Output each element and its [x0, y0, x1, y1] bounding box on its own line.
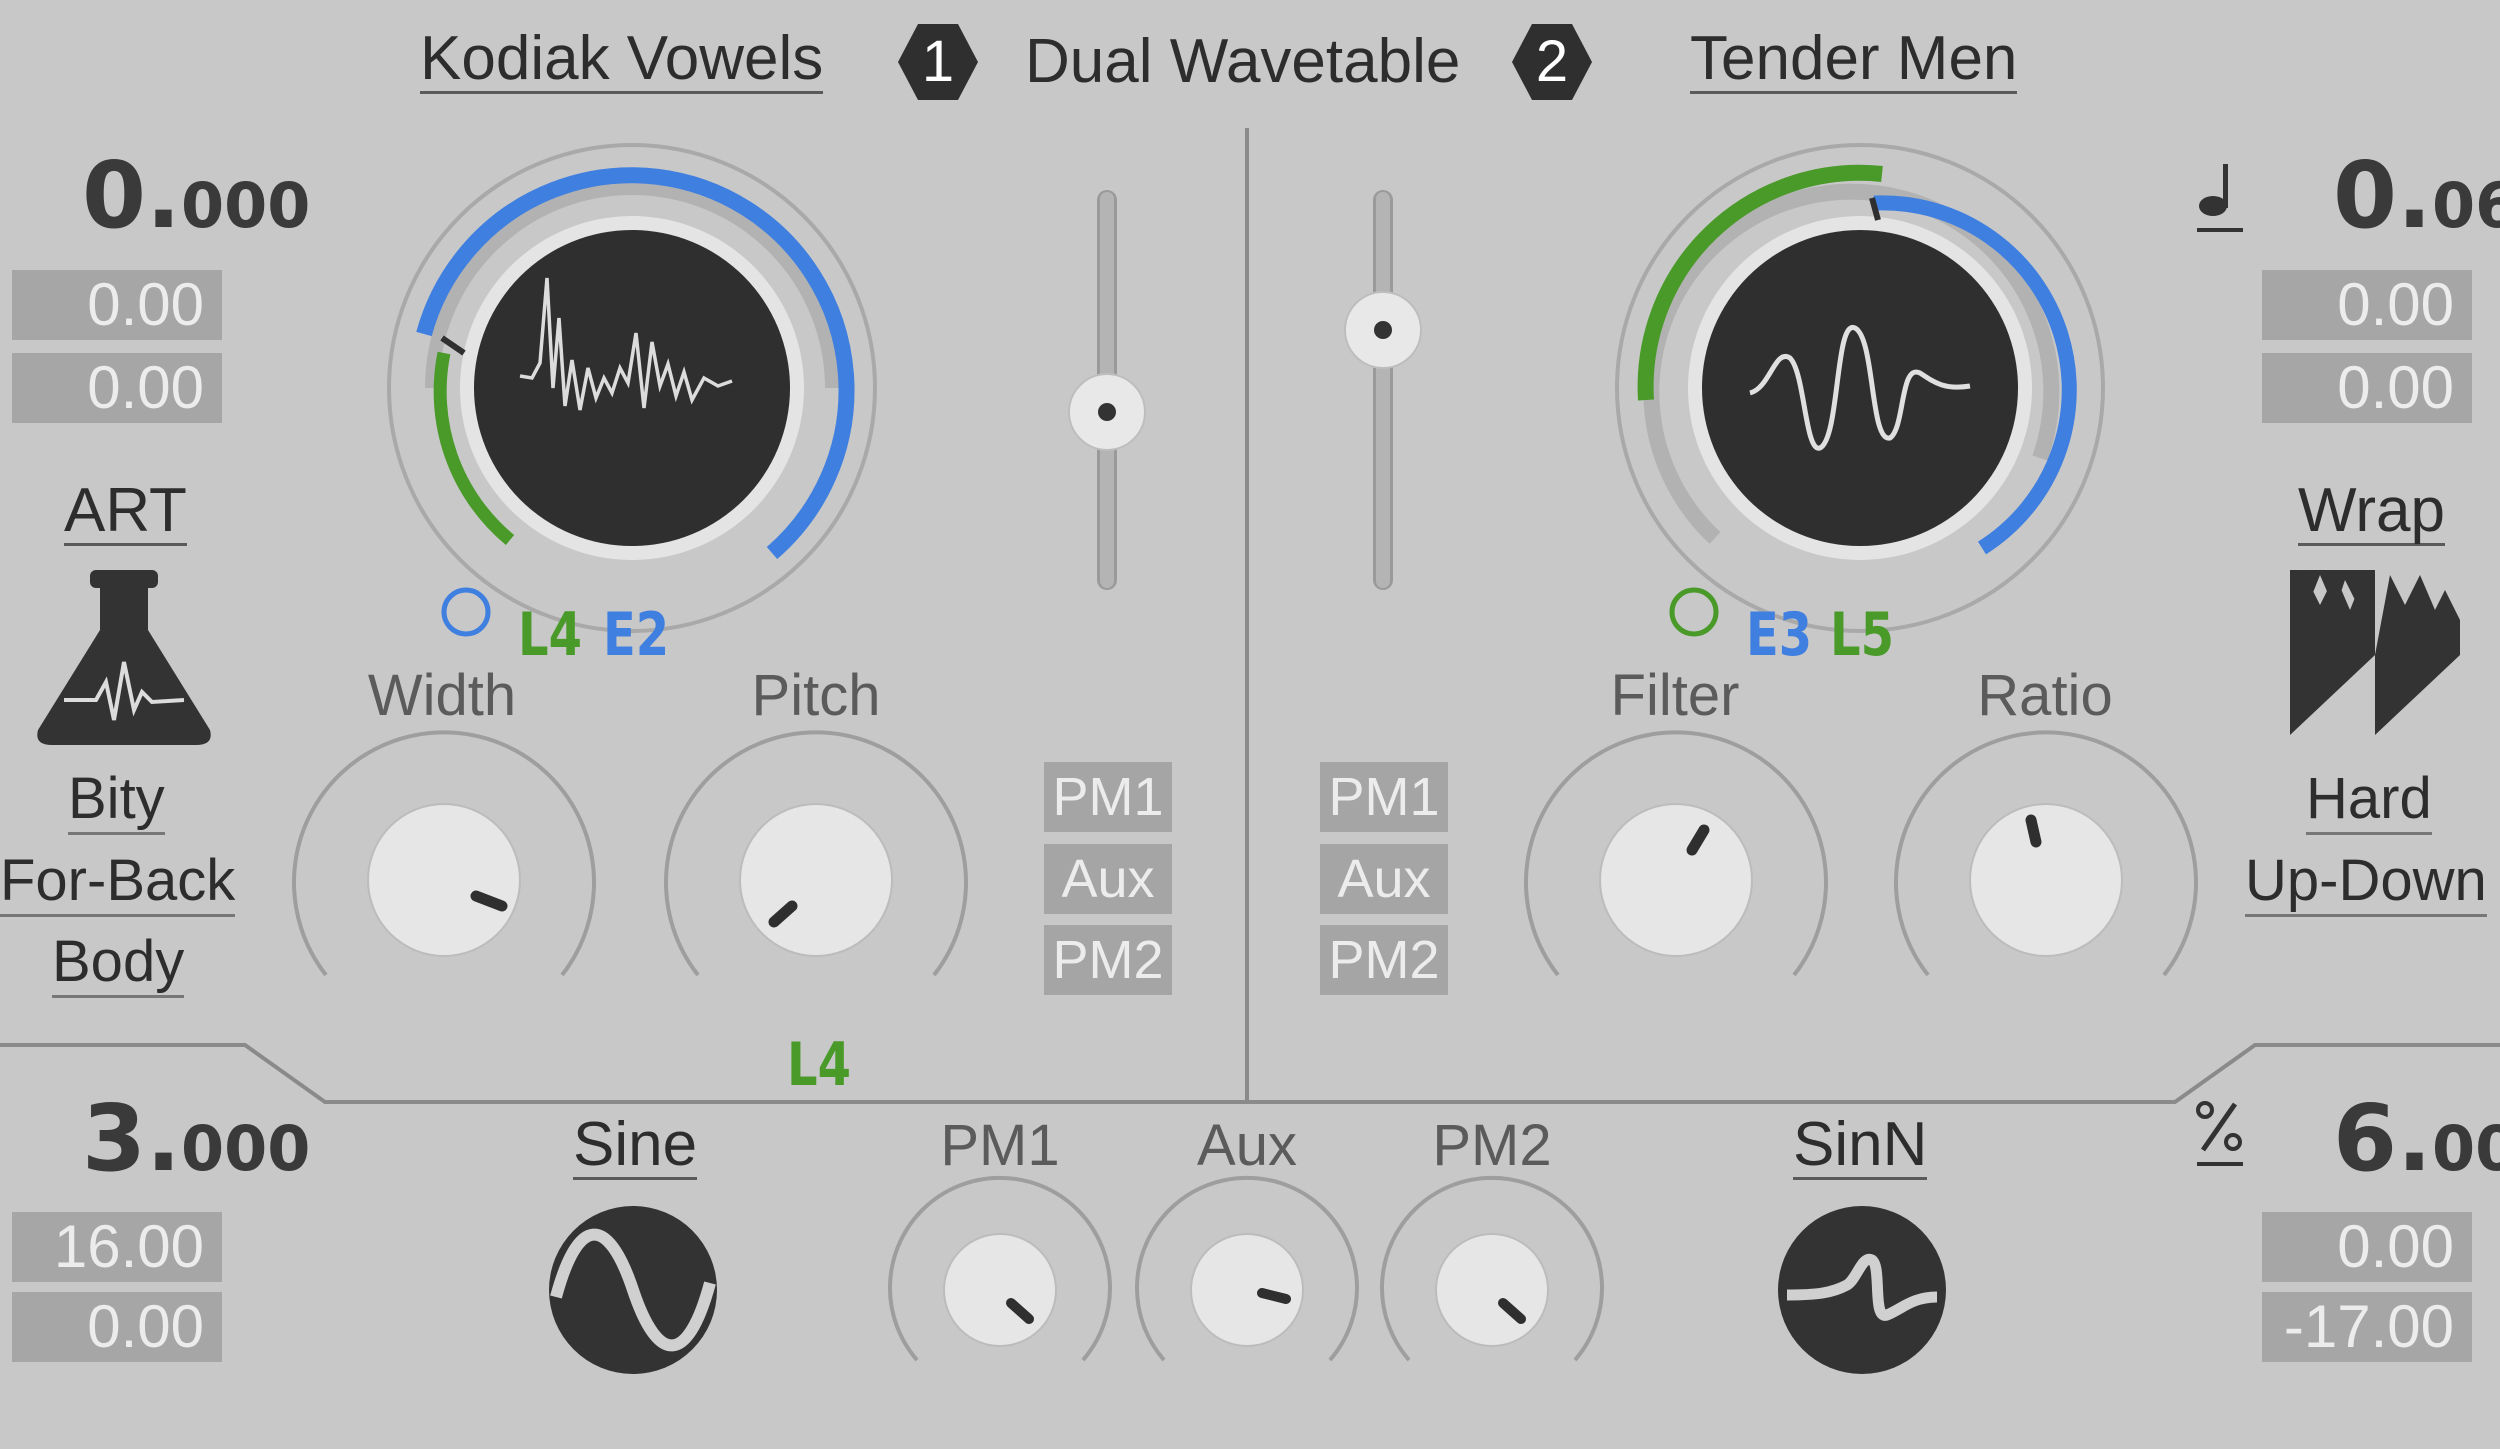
right-top-box-1[interactable]: 0.00 [2262, 270, 2472, 340]
right-mode-label[interactable]: Wrap [2298, 478, 2446, 547]
right-option-2[interactable]: Up-Down [2245, 847, 2487, 917]
right-option-1[interactable]: Hard [2306, 765, 2432, 835]
osc1-width-label: Width [367, 663, 517, 728]
osc2-wavetable-name[interactable]: Tender Men [1690, 26, 2018, 95]
osc2-mod-tag-a[interactable]: E3 [1746, 600, 1812, 670]
bottom-aux-label: Aux [1197, 1113, 1297, 1178]
osc2-chip-aux[interactable]: Aux [1320, 844, 1448, 914]
osc1-pitch-knob[interactable] [656, 720, 976, 1040]
left-bottom-box-1[interactable]: 16.00 [12, 1212, 222, 1282]
osc1-pitch-label: Pitch [751, 663, 881, 728]
osc2-chip-pm1[interactable]: PM1 [1320, 762, 1448, 832]
percent-icon[interactable] [2195, 1100, 2245, 1170]
right-bottom-value[interactable]: 6.000 [2333, 1085, 2500, 1192]
left-top-box-2[interactable]: 0.00 [12, 353, 222, 423]
osc1-shape-label[interactable]: Sine [573, 1112, 698, 1181]
bottom-pm1-knob[interactable] [885, 1175, 1115, 1405]
osc2-filter-label: Filter [1610, 663, 1740, 728]
osc1-badge: 1 [898, 22, 978, 102]
bottom-pm1-label: PM1 [940, 1113, 1060, 1178]
osc2-level-slider[interactable] [1338, 180, 1428, 600]
left-option-3[interactable]: Body [52, 928, 185, 998]
osc1-chip-aux[interactable]: Aux [1044, 844, 1172, 914]
left-option-1[interactable]: Bity [68, 765, 165, 835]
left-bottom-box-2[interactable]: 0.00 [12, 1292, 222, 1362]
osc2-wavetable-dial[interactable] [1600, 128, 2120, 648]
osc2-filter-knob[interactable] [1516, 720, 1836, 1040]
sine-icon[interactable] [548, 1205, 718, 1375]
osc1-mod-indicator-icon [441, 587, 491, 637]
osc1-wavetable-dial[interactable] [372, 128, 892, 648]
osc2-mod-tag-b[interactable]: L5 [1830, 600, 1894, 670]
bottom-pm2-label: PM2 [1432, 1113, 1552, 1178]
left-mode-label[interactable]: ART [64, 478, 187, 547]
osc2-ratio-knob[interactable] [1886, 720, 2206, 1040]
osc2-shape-label[interactable]: SinN [1793, 1112, 1928, 1181]
osc1-pitch-mod-tag[interactable]: L4 [787, 1030, 851, 1100]
left-option-2[interactable]: For-Back [0, 847, 236, 917]
left-top-box-1[interactable]: 0.00 [12, 270, 222, 340]
osc2-ratio-label: Ratio [1977, 663, 2113, 728]
osc1-mod-tag-a[interactable]: L4 [518, 600, 582, 670]
osc2-mod-indicator-icon [1669, 587, 1719, 637]
bottom-aux-knob[interactable] [1132, 1175, 1362, 1405]
osc1-chip-pm2[interactable]: PM2 [1044, 925, 1172, 995]
osc2-badge: 2 [1512, 22, 1592, 102]
osc1-chip-pm1[interactable]: PM1 [1044, 762, 1172, 832]
hard-wrap-icon[interactable] [2290, 570, 2460, 740]
right-bottom-box-1[interactable]: 0.00 [2262, 1212, 2472, 1282]
bottom-pm2-knob[interactable] [1377, 1175, 1607, 1405]
osc2-chip-pm2[interactable]: PM2 [1320, 925, 1448, 995]
osc1-level-slider[interactable] [1062, 180, 1152, 600]
osc1-mod-tag-b[interactable]: E2 [603, 600, 669, 670]
sin-noise-icon[interactable] [1777, 1205, 1947, 1375]
flask-waveform-icon[interactable] [34, 570, 214, 745]
mode-title: Dual Wavetable [1025, 27, 1461, 96]
left-top-value[interactable]: 0.000 [82, 142, 310, 249]
left-bottom-value[interactable]: 3.000 [82, 1085, 310, 1192]
right-top-box-2[interactable]: 0.00 [2262, 353, 2472, 423]
osc1-width-knob[interactable] [284, 720, 604, 1040]
right-top-value[interactable]: 0.060 [2333, 142, 2500, 249]
right-bottom-box-2[interactable]: -17.00 [2262, 1292, 2472, 1362]
osc1-wavetable-name[interactable]: Kodiak Vowels [420, 26, 824, 95]
note-icon[interactable] [2195, 160, 2245, 240]
